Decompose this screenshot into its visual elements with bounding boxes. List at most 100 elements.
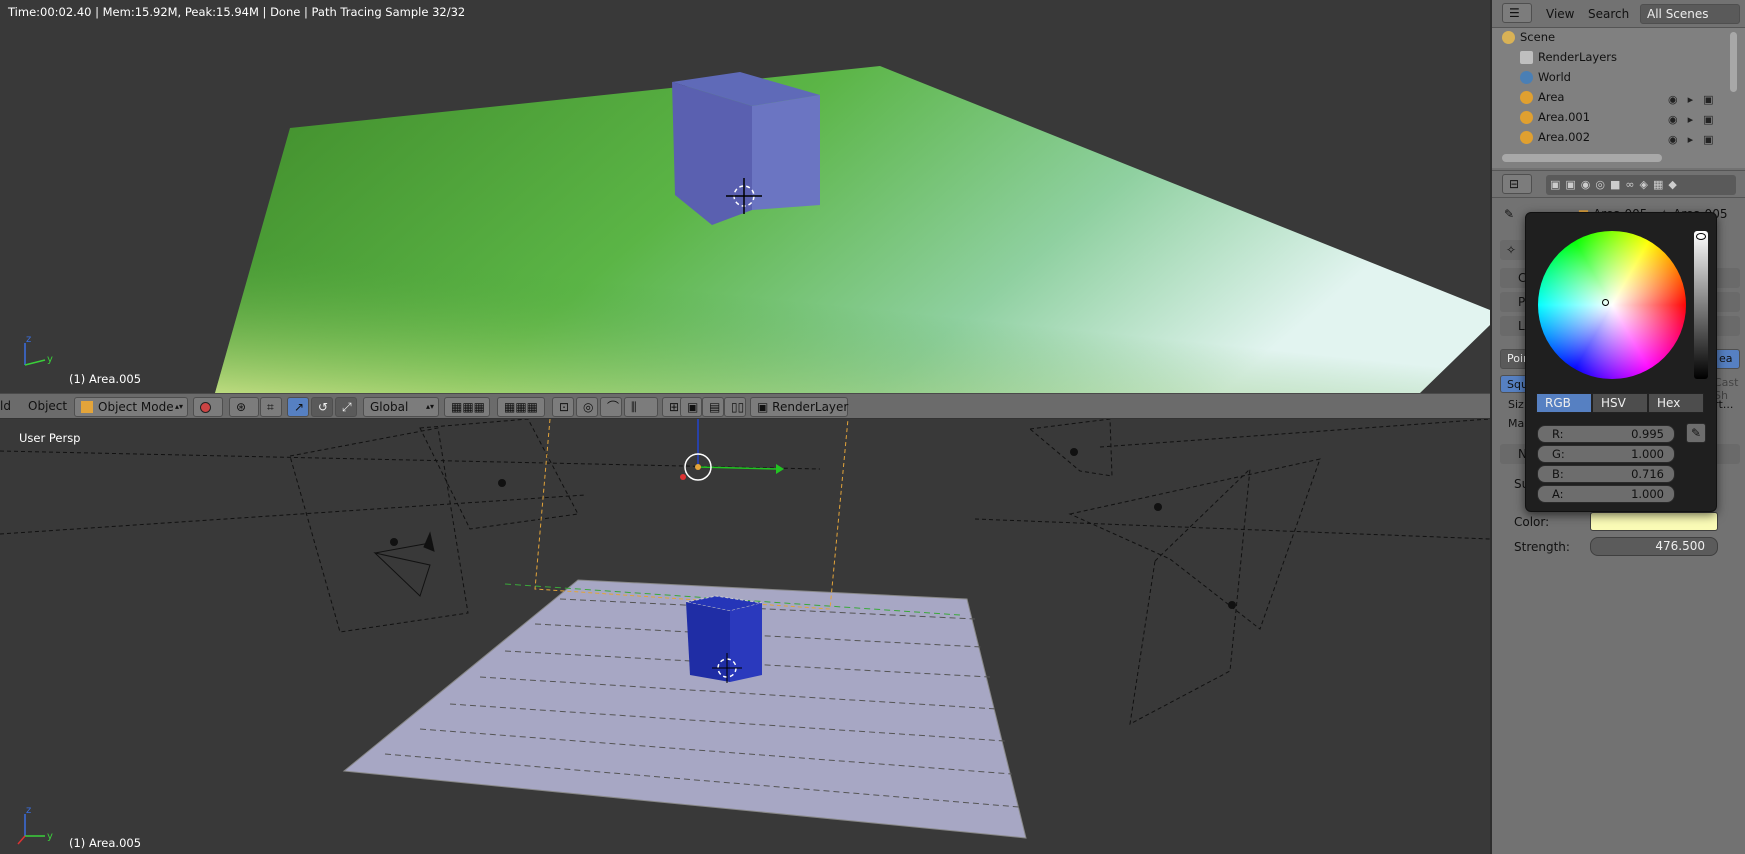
view-label: User Persp [19, 431, 81, 445]
viewport-canvas: z y [0, 419, 1490, 845]
outliner-item-label: Area [1538, 90, 1565, 104]
outliner-item-world[interactable]: World [1520, 68, 1730, 87]
pin-icon[interactable]: ✎ [1504, 207, 1514, 221]
render-layer-select[interactable]: ▣ RenderLayer [750, 397, 848, 417]
color-picker-popup: RGB HSV Hex R: 0.995 G: 1.000 B: 0.716 A: 1.… [1525, 212, 1717, 512]
outliner-item-area-001[interactable]: Area.001 ◉▸▣ [1520, 108, 1730, 127]
mode-label: RGB [1545, 396, 1571, 410]
scene-icon [1502, 31, 1515, 44]
strength-label: Strength: [1514, 540, 1570, 554]
manipulator-toggle[interactable]: ⌗ [260, 397, 282, 417]
render-info-text: Time:00:02.40 | Mem:15.92M, Peak:15.94M … [8, 5, 466, 19]
shading-sphere-icon [200, 402, 211, 413]
lamp-icon [1520, 91, 1533, 104]
snap-element-select[interactable]: ⫼ [624, 397, 658, 417]
outliner-item-scene[interactable]: Scene [1502, 28, 1712, 47]
visibility-icons[interactable]: ◉▸▣ [1668, 90, 1730, 109]
lamp-type-label: ea [1719, 352, 1733, 365]
outliner-icon: ☰ [1509, 6, 1520, 20]
object-menu[interactable]: Object [28, 399, 67, 413]
viewport-header: ld Object Object Mode ▴▾ ⊛ ⌗ ↗ ↺ ⤢ Global… [0, 393, 1490, 419]
film-icon: ▤ [709, 400, 721, 414]
svg-text:z: z [26, 334, 31, 345]
axis-gizmo: z y [24, 334, 53, 366]
context-tab-icons: ▣▣◉◎■∞◈▦◆ [1550, 178, 1682, 191]
camera-icon: ▣ [687, 400, 699, 414]
pivot-point-button[interactable]: ⊛ [229, 397, 259, 417]
rotate-icon: ↺ [318, 400, 329, 414]
size-label: Siz [1508, 398, 1524, 411]
menu-cut-label[interactable]: ld [0, 399, 11, 413]
translate-manipulator-button[interactable]: ↗ [287, 397, 309, 417]
svg-text:y: y [47, 354, 53, 365]
alpha-field[interactable]: A: 1.000 [1537, 485, 1675, 503]
scale-manipulator-button[interactable]: ⤢ [335, 397, 357, 417]
axis-gizmo: z y [17, 805, 53, 845]
strength-value: 476.500 [1655, 539, 1705, 553]
rotate-manipulator-button[interactable]: ↺ [311, 397, 333, 417]
outliner-item-label: Scene [1520, 30, 1556, 44]
properties-icon: ⊟ [1509, 177, 1520, 191]
render-object-label: (1) Area.005 [69, 372, 142, 386]
layer-buttons-a[interactable]: ▦▦▦ [444, 397, 490, 417]
scenes-select-label: All Scenes [1647, 7, 1709, 21]
editor-type-button[interactable]: ☰ [1502, 3, 1532, 23]
red-field[interactable]: R: 0.995 [1537, 425, 1675, 443]
mode-rgb-button[interactable]: RGB [1536, 393, 1592, 413]
color-label: Color: [1514, 515, 1550, 529]
field-value: 0.716 [1631, 467, 1664, 481]
viewport-object-label: (1) Area.005 [69, 836, 142, 850]
updown-icon: ▴▾ [174, 402, 183, 411]
scenes-select[interactable]: All Scenes [1640, 4, 1740, 24]
lock-camera-button[interactable]: ⊡ [552, 397, 574, 417]
blue-field[interactable]: B: 0.716 [1537, 465, 1675, 483]
mode-label: HSV [1601, 396, 1626, 410]
map-label: Ma [1508, 417, 1525, 430]
context-tabs[interactable]: ▣▣◉◎■∞◈▦◆ [1546, 175, 1736, 195]
orientation-select[interactable]: Global ▴▾ [363, 397, 439, 417]
view-menu[interactable]: View [1546, 7, 1574, 21]
outliner-vscrollbar[interactable] [1730, 32, 1737, 92]
render-canvas: z y [24, 66, 1490, 393]
eyedropper-icon[interactable]: ✎ [1686, 423, 1706, 443]
visibility-icons[interactable]: ◉▸▣ [1668, 110, 1730, 129]
lamp-icon: ✧ [1506, 243, 1517, 257]
field-label: A: [1552, 487, 1564, 501]
render-animation-button[interactable]: ▤ [702, 397, 724, 417]
layer-buttons-b[interactable]: ▦▦▦ [497, 397, 545, 417]
outliner-item-label: Area.002 [1538, 130, 1591, 144]
value-slider[interactable] [1694, 231, 1708, 379]
snap-toggle[interactable]: ⌒ [600, 397, 622, 417]
search-menu[interactable]: Search [1588, 7, 1629, 21]
strength-field[interactable]: 476.500 [1590, 537, 1718, 556]
hue-saturation-wheel[interactable] [1538, 231, 1686, 379]
visibility-icons[interactable]: ◉▸▣ [1668, 130, 1730, 149]
outliner-item-area[interactable]: Area ◉▸▣ [1520, 88, 1730, 107]
svg-text:y: y [47, 831, 53, 842]
render-layer-label: RenderLayer [772, 400, 849, 414]
mode-select[interactable]: Object Mode ▴▾ [74, 397, 188, 417]
lamp-icon [1520, 111, 1533, 124]
render-opengl-button[interactable]: ▣ [680, 397, 702, 417]
green-field[interactable]: G: 1.000 [1537, 445, 1675, 463]
outliner-item-label: RenderLayers [1538, 50, 1617, 64]
outliner-item-renderlayers[interactable]: RenderLayers [1520, 48, 1730, 67]
pause-button[interactable]: ▯▯ [724, 397, 746, 417]
wheel-cursor[interactable] [1602, 299, 1609, 306]
properties-tabs: ⊟ ▣▣◉◎■∞◈▦◆ [1492, 170, 1745, 198]
viewport-shading-button[interactable] [193, 397, 223, 417]
field-value: 0.995 [1631, 427, 1664, 441]
mode-hex-button[interactable]: Hex [1648, 393, 1704, 413]
mode-hsv-button[interactable]: HSV [1592, 393, 1648, 413]
value-slider-handle[interactable] [1696, 233, 1706, 240]
editor-type-button[interactable]: ⊟ [1502, 174, 1532, 194]
field-value: 1.000 [1631, 447, 1664, 461]
outliner-item-label: World [1538, 70, 1571, 84]
color-swatch[interactable] [1590, 512, 1718, 531]
3d-viewport[interactable]: z y User Persp (1) Area.005 [0, 419, 1490, 854]
outliner-item-label: Area.001 [1538, 110, 1591, 124]
outliner-hscrollbar[interactable] [1502, 154, 1662, 162]
rendered-viewport[interactable]: z y Time:00:02.40 | Mem:15.92M, Peak:15.… [0, 0, 1490, 393]
proportional-edit-button[interactable]: ◎ [576, 397, 598, 417]
outliner-item-area-002[interactable]: Area.002 ◉▸▣ [1520, 128, 1730, 147]
